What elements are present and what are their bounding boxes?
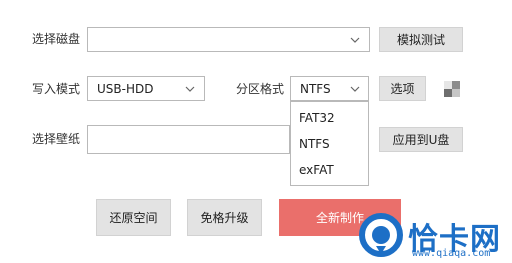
write-mode-value: USB-HDD [97,81,154,96]
watermark-url: www.qiaqa.com [412,248,491,259]
dropdown-option-fat32[interactable]: FAT32 [299,111,335,125]
write-mode-label: 写入模式 [32,82,81,96]
options-button[interactable]: 选项 [379,76,426,101]
dropdown-option-ntfs[interactable]: NTFS [299,137,330,151]
format-free-upgrade-button[interactable]: 免格升级 [187,199,262,236]
write-mode-select[interactable]: USB-HDD [87,76,205,101]
watermark-logo-icon [356,210,406,260]
chevron-down-icon [350,86,360,92]
chevron-down-icon [185,86,195,92]
partition-format-dropdown: FAT32 NTFS exFAT [290,101,369,186]
partition-format-value: NTFS [300,81,331,96]
dropdown-option-exfat[interactable]: exFAT [299,163,334,177]
chevron-down-icon [350,37,360,43]
disk-label: 选择磁盘 [32,32,81,46]
simulate-test-button[interactable]: 模拟测试 [379,27,463,52]
restore-space-button[interactable]: 还原空间 [96,199,171,236]
disk-select[interactable] [87,27,370,52]
wallpaper-field[interactable] [87,125,290,154]
wallpaper-label: 选择壁纸 [32,132,81,146]
settings-grid-icon[interactable] [442,79,462,99]
partition-format-select[interactable]: NTFS [290,76,369,101]
partition-format-label: 分区格式 [236,82,285,96]
apply-to-usb-button[interactable]: 应用到U盘 [379,127,463,152]
